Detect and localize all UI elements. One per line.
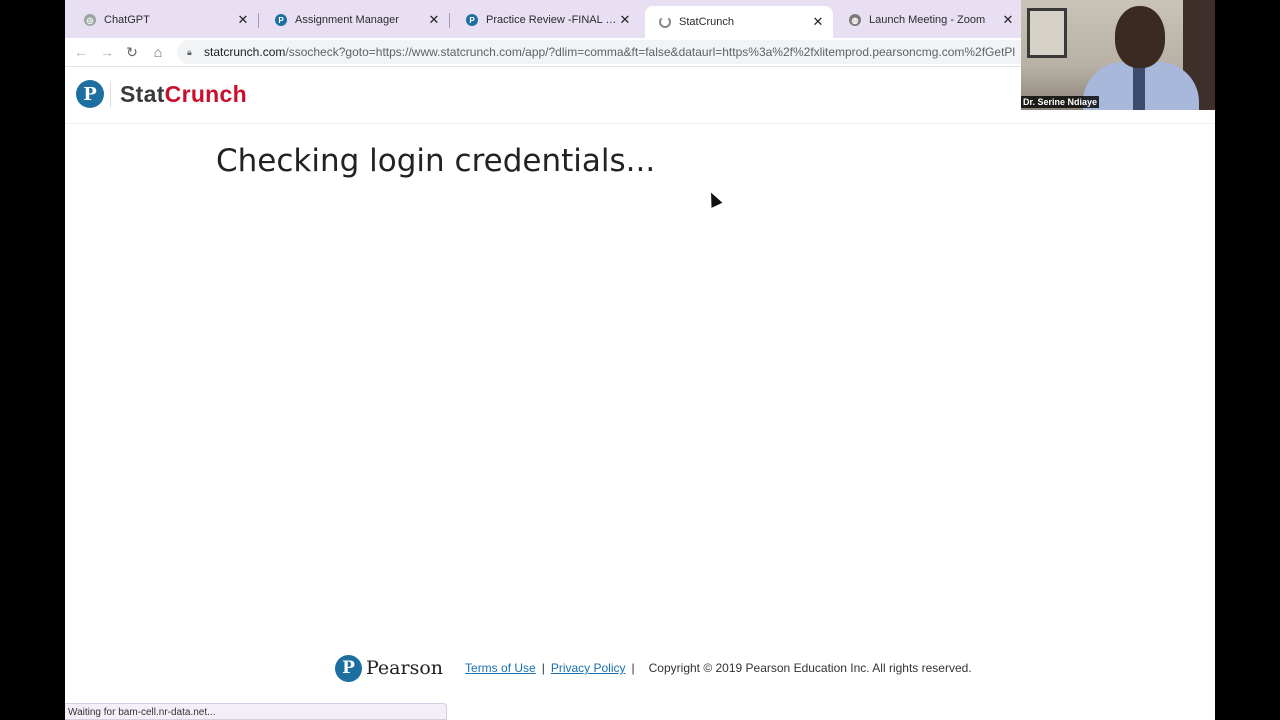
home-icon[interactable]: ⌂: [148, 42, 168, 62]
zoom-video-thumbnail[interactable]: Dr. Serine Ndiaye: [1021, 0, 1215, 110]
participant-head: [1115, 6, 1165, 68]
close-icon[interactable]: ✕: [1001, 12, 1015, 28]
tab-title: Launch Meeting - Zoom: [869, 14, 986, 26]
tab-practice-review[interactable]: P Practice Review -FINAL EXAM ✕: [452, 6, 640, 34]
pearson-logo-icon[interactable]: P: [76, 80, 104, 108]
tab-separator: [449, 13, 450, 28]
browser-status-bar: Waiting for bam-cell.nr-data.net...: [65, 703, 447, 720]
tab-title: Assignment Manager: [295, 14, 399, 26]
page-footer: P Pearson Terms of Use | Privacy Policy …: [335, 652, 972, 684]
globe-icon: ◍: [849, 14, 861, 26]
wall-frame: [1027, 8, 1067, 58]
copyright-text: Copyright © 2019 Pearson Education Inc. …: [648, 661, 972, 675]
url-path: /ssocheck?goto=https://www.statcrunch.co…: [285, 45, 1016, 59]
footer-separator: |: [631, 661, 635, 675]
privacy-policy-link[interactable]: Privacy Policy: [551, 661, 626, 675]
pearson-footer-logo-icon: P: [335, 654, 362, 682]
mouse-cursor-icon: [705, 190, 723, 208]
logo-divider: [110, 81, 111, 107]
tab-title: ChatGPT: [104, 14, 150, 26]
close-icon[interactable]: ✕: [427, 12, 441, 28]
pearson-icon: P: [466, 14, 478, 26]
forward-arrow-icon[interactable]: →: [97, 42, 117, 62]
tab-zoom-meeting[interactable]: ◍ Launch Meeting - Zoom ✕: [835, 6, 1023, 34]
close-icon[interactable]: ✕: [811, 14, 825, 30]
pearson-icon: P: [275, 14, 287, 26]
lock-icon: 🔒︎: [187, 46, 192, 57]
tab-separator: [258, 13, 259, 28]
terms-of-use-link[interactable]: Terms of Use: [465, 661, 536, 675]
chatgpt-icon: ◎: [84, 14, 96, 26]
tab-assignment-manager[interactable]: P Assignment Manager ✕: [261, 6, 450, 34]
url-host: statcrunch.com: [204, 45, 286, 59]
brand-part-crunch: Crunch: [164, 81, 247, 107]
participant-name: Dr. Serine Ndiaye: [1021, 96, 1100, 108]
statcrunch-logo[interactable]: StatCrunch: [120, 81, 247, 108]
tab-title: StatCrunch: [679, 16, 735, 28]
back-arrow-icon[interactable]: ←: [71, 42, 91, 62]
close-icon[interactable]: ✕: [236, 12, 250, 28]
participant-tie: [1133, 66, 1145, 110]
footer-separator: |: [541, 661, 545, 675]
tab-title: Practice Review -FINAL EXAM: [486, 14, 618, 26]
page-heading: Checking login credentials...: [216, 143, 656, 179]
close-icon[interactable]: ✕: [618, 12, 632, 28]
pearson-wordmark: Pearson: [366, 657, 444, 679]
reload-icon[interactable]: ↻: [122, 42, 142, 62]
brand-part-stat: Stat: [120, 81, 165, 107]
tab-chatgpt[interactable]: ◎ ChatGPT ✕: [70, 6, 259, 34]
loading-icon: [659, 16, 671, 28]
tab-statcrunch[interactable]: StatCrunch ✕: [645, 6, 833, 38]
